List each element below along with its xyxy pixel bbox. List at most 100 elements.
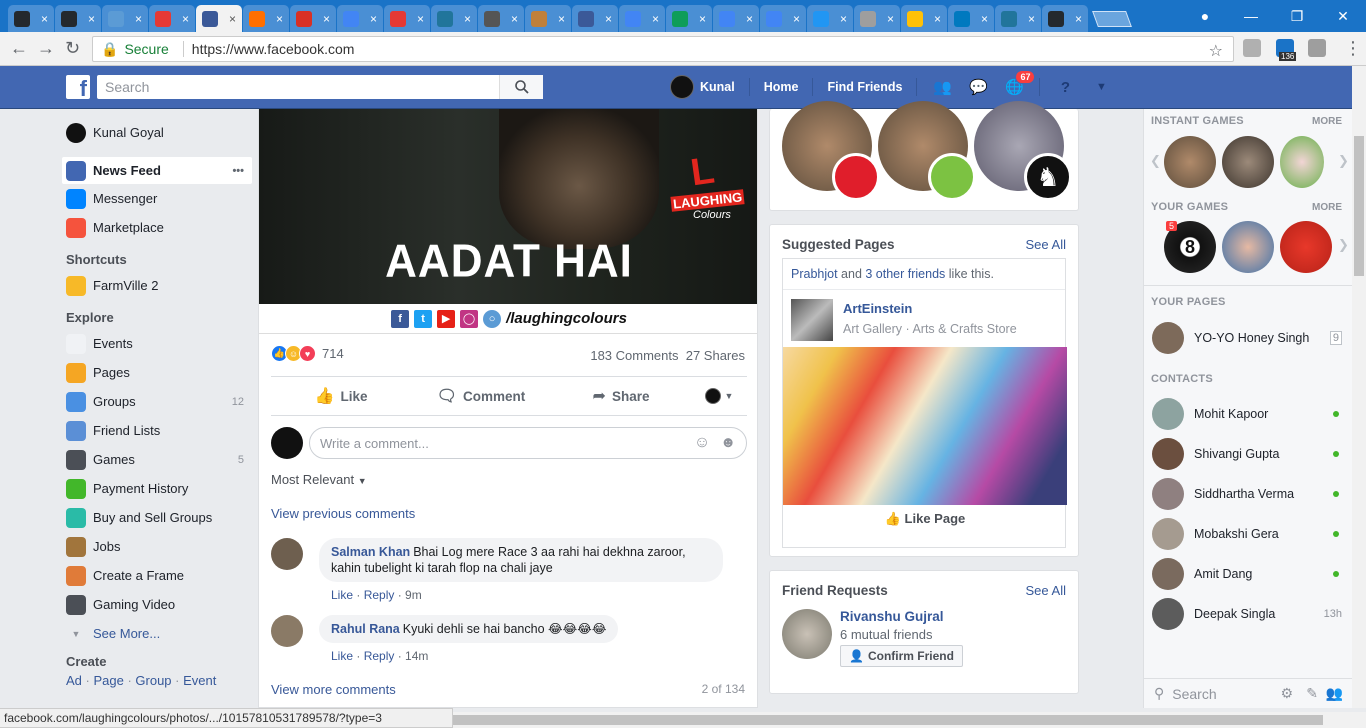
- extension-shield-icon[interactable]: [1308, 39, 1326, 57]
- scrollbar-thumb[interactable]: [453, 715, 1323, 725]
- like-page-button[interactable]: 👍 Like Page: [783, 511, 1067, 527]
- browser-tab[interactable]: ×: [995, 5, 1041, 32]
- contact-item[interactable]: Mobakshi Gera: [1152, 518, 1342, 550]
- page-name[interactable]: ArtEinstein: [843, 301, 912, 316]
- close-tab-icon[interactable]: ×: [934, 12, 941, 26]
- create-link[interactable]: Page: [93, 673, 123, 688]
- close-tab-icon[interactable]: ×: [558, 12, 565, 26]
- sidebar-item-messenger[interactable]: Messenger: [62, 184, 252, 213]
- vertical-scrollbar[interactable]: [1352, 66, 1366, 708]
- other-friends-link[interactable]: 3 other friends: [865, 267, 945, 281]
- profile-link[interactable]: Kunal Goyal: [62, 118, 252, 147]
- comment-input[interactable]: Write a comment... ☺ ☻: [309, 427, 747, 459]
- back-button[interactable]: ←: [10, 38, 28, 59]
- help-icon[interactable]: ?: [1054, 76, 1076, 98]
- close-tab-icon[interactable]: ×: [182, 12, 189, 26]
- close-tab-icon[interactable]: ×: [464, 12, 471, 26]
- comment-like-link[interactable]: Like: [331, 649, 353, 663]
- sidebar-item-friend-lists[interactable]: Friend Lists: [62, 416, 252, 445]
- page-thumbnail[interactable]: [791, 299, 833, 341]
- comment-time[interactable]: 14m: [405, 649, 428, 663]
- see-all-link[interactable]: See All: [1026, 583, 1066, 598]
- instant-game-thumb[interactable]: [1280, 136, 1324, 188]
- friend-requests-icon[interactable]: 👥: [931, 76, 953, 98]
- sidebar-item-create-a-frame[interactable]: Create a Frame: [62, 561, 252, 590]
- chevron-right-icon[interactable]: ❯: [1338, 153, 1349, 169]
- comment-like-link[interactable]: Like: [331, 588, 353, 602]
- comment-author[interactable]: Rahul Rana: [331, 622, 400, 636]
- notifications-icon[interactable]: 🌐 67: [1003, 70, 1036, 98]
- share-count-link[interactable]: 27 Shares: [686, 348, 745, 363]
- comment-reply-link[interactable]: Reply: [364, 649, 395, 663]
- contact-item[interactable]: Shivangi Gupta: [1152, 438, 1342, 470]
- browser-tab[interactable]: ×: [948, 5, 994, 32]
- browser-tab[interactable]: ×: [854, 5, 900, 32]
- requester-name[interactable]: Rivanshu Gujral: [840, 609, 944, 624]
- sidebar-item-events[interactable]: Events: [62, 329, 252, 358]
- comment-sort-dropdown[interactable]: Most Relevant ▼: [271, 472, 367, 487]
- close-tab-icon[interactable]: ×: [887, 12, 894, 26]
- close-tab-icon[interactable]: ×: [981, 12, 988, 26]
- browser-tab[interactable]: ×: [102, 5, 148, 32]
- avatar[interactable]: [782, 609, 832, 659]
- maximize-button[interactable]: ❐: [1274, 8, 1320, 25]
- comment-count-link[interactable]: 183 Comments: [590, 348, 678, 363]
- create-link[interactable]: Ad: [66, 673, 82, 688]
- reload-button[interactable]: ↻: [65, 38, 80, 59]
- close-tab-icon[interactable]: ×: [88, 12, 95, 26]
- find-friends-link[interactable]: Find Friends: [827, 80, 902, 94]
- browser-tab[interactable]: ×: [1042, 5, 1088, 32]
- browser-tab[interactable]: ×: [807, 5, 853, 32]
- profile-icon[interactable]: ●: [1182, 8, 1228, 24]
- contact-item[interactable]: Siddhartha Verma: [1152, 478, 1342, 510]
- sidebar-item-gaming-video[interactable]: Gaming Video: [62, 590, 252, 619]
- more-link[interactable]: MORE: [1312, 202, 1342, 213]
- reactions-summary[interactable]: 👍 ☺ ♥ 714: [271, 345, 344, 362]
- close-tab-icon[interactable]: ×: [417, 12, 424, 26]
- browser-tab[interactable]: ×: [384, 5, 430, 32]
- minimize-button[interactable]: —: [1228, 8, 1274, 24]
- close-tab-icon[interactable]: ×: [276, 12, 283, 26]
- close-tab-icon[interactable]: ×: [746, 12, 753, 26]
- account-menu-icon[interactable]: ▼: [1090, 76, 1112, 98]
- close-tab-icon[interactable]: ×: [1075, 12, 1082, 26]
- browser-tab[interactable]: ×: [243, 5, 289, 32]
- browser-tab[interactable]: ×: [478, 5, 524, 32]
- close-window-button[interactable]: ✕: [1320, 8, 1366, 25]
- sidebar-item-farmville-2[interactable]: FarmVille 2: [62, 271, 252, 300]
- messenger-icon[interactable]: 💬: [967, 76, 989, 98]
- comment-time[interactable]: 9m: [405, 588, 422, 602]
- more-link[interactable]: MORE: [1312, 116, 1342, 127]
- comment-reply-link[interactable]: Reply: [364, 588, 395, 602]
- browser-tab[interactable]: ×: [525, 5, 571, 32]
- comment-author[interactable]: Salman Khan: [331, 545, 410, 559]
- close-tab-icon[interactable]: ×: [699, 12, 706, 26]
- create-link[interactable]: Group: [135, 673, 171, 688]
- contact-item[interactable]: Mohit Kapoor: [1152, 398, 1342, 430]
- browser-tab[interactable]: ×: [666, 5, 712, 32]
- mutual-friends[interactable]: 6 mutual friends: [840, 627, 933, 642]
- browser-tab[interactable]: ×: [290, 5, 336, 32]
- angry-birds-icon[interactable]: [1280, 221, 1332, 273]
- browser-tab[interactable]: ×: [8, 5, 54, 32]
- horizontal-scrollbar[interactable]: [453, 712, 1366, 728]
- view-previous-comments-link[interactable]: View previous comments: [271, 506, 415, 521]
- sidebar-item-groups[interactable]: Groups 12: [62, 387, 252, 416]
- emoji-icon[interactable]: ☺: [694, 434, 710, 451]
- chevron-left-icon[interactable]: ❮: [1150, 153, 1161, 169]
- sidebar-item-news-feed[interactable]: News Feed •••: [62, 157, 252, 184]
- compose-icon[interactable]: ✎: [1306, 685, 1318, 702]
- close-tab-icon[interactable]: ×: [323, 12, 330, 26]
- like-button[interactable]: 👍 Like: [271, 386, 411, 406]
- new-tab-button[interactable]: [1092, 11, 1132, 27]
- menu-icon[interactable]: ⋮: [1344, 38, 1362, 59]
- facebook-logo-icon[interactable]: f: [66, 75, 90, 101]
- home-link[interactable]: Home: [764, 80, 799, 94]
- game-thumb[interactable]: [1222, 221, 1274, 273]
- chevron-right-icon[interactable]: ❯: [1338, 237, 1349, 253]
- close-tab-icon[interactable]: ×: [1028, 12, 1035, 26]
- more-options-icon[interactable]: •••: [232, 165, 244, 177]
- scrollbar-thumb[interactable]: [1354, 136, 1364, 276]
- sidebar-item-payment-history[interactable]: Payment History: [62, 474, 252, 503]
- gear-icon[interactable]: ⚙: [1280, 685, 1293, 702]
